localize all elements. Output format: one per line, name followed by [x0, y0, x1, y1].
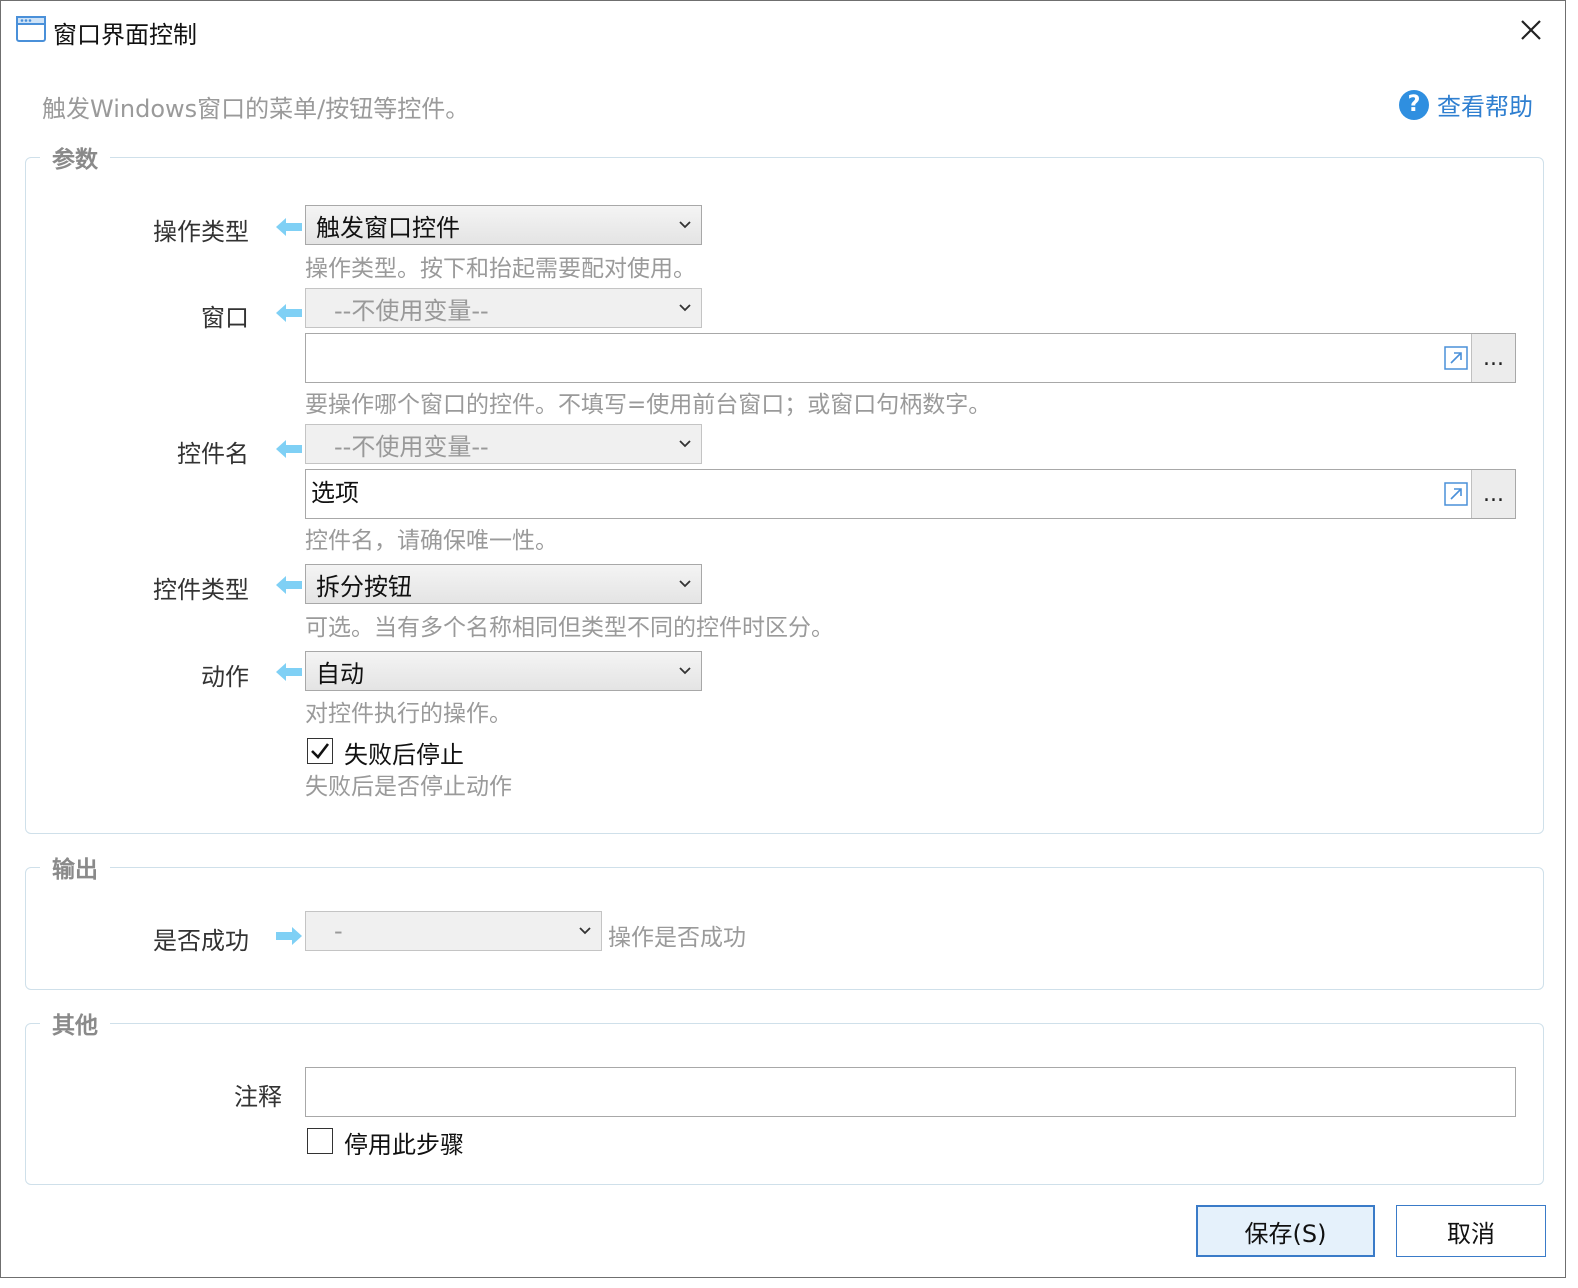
variable-arrow-icon[interactable] [276, 303, 302, 323]
disable-step-label[interactable]: 停用此步骤 [344, 1125, 464, 1160]
comment-label: 注释 [234, 1083, 282, 1111]
expand-icon[interactable] [1444, 346, 1468, 370]
control-type-hint: 可选。当有多个名称相同但类型不同的控件时区分。 [305, 615, 834, 641]
window-app-icon [16, 16, 46, 42]
chevron-down-icon [679, 580, 691, 588]
other-group-title: 其他 [40, 1006, 110, 1040]
window-variable-select[interactable]: --不使用变量-- [305, 288, 702, 328]
output-group-title: 输出 [40, 850, 110, 884]
op-type-value: 触发窗口控件 [316, 213, 460, 242]
title-bar: 窗口界面控制 [1, 1, 1565, 61]
control-name-browse-button[interactable]: ... [1471, 470, 1515, 518]
help-icon[interactable]: ? [1399, 89, 1429, 120]
variable-arrow-icon[interactable] [276, 217, 302, 237]
close-button[interactable] [1511, 11, 1551, 49]
action-label: 动作 [201, 663, 249, 691]
chevron-down-icon [579, 927, 591, 935]
control-name-input-value: 选项 [311, 478, 359, 507]
help-link[interactable]: ? 查看帮助 [1399, 87, 1533, 122]
stop-on-fail-label[interactable]: 失败后停止 [344, 735, 464, 770]
cancel-button[interactable]: 取消 [1396, 1205, 1546, 1257]
success-variable-select[interactable]: - [305, 911, 602, 951]
params-group-title: 参数 [40, 140, 110, 174]
window-browse-button[interactable]: ... [1471, 334, 1515, 382]
chevron-down-icon [679, 221, 691, 229]
disable-step-checkbox[interactable] [307, 1128, 333, 1154]
dialog-description: 触发Windows窗口的菜单/按钮等控件。 [42, 95, 470, 123]
dialog-window: 窗口界面控制 触发Windows窗口的菜单/按钮等控件。 ? 查看帮助 参数 操… [0, 0, 1566, 1278]
control-name-label: 控件名 [177, 440, 249, 468]
action-hint: 对控件执行的操作。 [305, 701, 512, 727]
success-variable-value: - [334, 917, 343, 945]
checkmark-icon [311, 743, 330, 759]
action-value: 自动 [316, 659, 364, 688]
output-arrow-icon[interactable] [276, 926, 302, 946]
close-icon[interactable] [1519, 18, 1543, 42]
action-select[interactable]: 自动 [305, 651, 702, 691]
output-group: 输出 [25, 850, 1544, 990]
control-type-label: 控件类型 [153, 576, 249, 604]
control-name-variable-select[interactable]: --不使用变量-- [305, 424, 702, 464]
expand-icon[interactable] [1444, 482, 1468, 506]
variable-arrow-icon[interactable] [276, 575, 302, 595]
window-label: 窗口 [201, 304, 249, 332]
stop-on-fail-hint: 失败后是否停止动作 [305, 774, 512, 800]
variable-arrow-icon[interactable] [276, 439, 302, 459]
success-hint: 操作是否成功 [608, 925, 746, 951]
op-type-hint: 操作类型。按下和抬起需要配对使用。 [305, 256, 696, 282]
control-name-variable-value: --不使用变量-- [334, 432, 489, 461]
control-name-hint: 控件名，请确保唯一性。 [305, 528, 558, 554]
window-input[interactable] [305, 333, 1516, 383]
control-type-select[interactable]: 拆分按钮 [305, 564, 702, 604]
control-type-value: 拆分按钮 [316, 572, 412, 601]
help-link-label[interactable]: 查看帮助 [1437, 87, 1533, 122]
chevron-down-icon [679, 440, 691, 448]
success-label: 是否成功 [153, 927, 249, 955]
comment-input[interactable] [305, 1067, 1516, 1117]
chevron-down-icon [679, 667, 691, 675]
window-hint: 要操作哪个窗口的控件。不填写=使用前台窗口；或窗口句柄数字。 [305, 392, 992, 418]
op-type-select[interactable]: 触发窗口控件 [305, 205, 702, 245]
window-variable-value: --不使用变量-- [334, 296, 489, 325]
stop-on-fail-checkbox[interactable] [307, 738, 333, 764]
chevron-down-icon [679, 304, 691, 312]
window-title: 窗口界面控制 [53, 21, 197, 49]
save-button[interactable]: 保存(S) [1196, 1205, 1375, 1257]
op-type-label: 操作类型 [153, 218, 249, 246]
control-name-input[interactable]: 选项 [305, 469, 1516, 519]
variable-arrow-icon[interactable] [276, 662, 302, 682]
